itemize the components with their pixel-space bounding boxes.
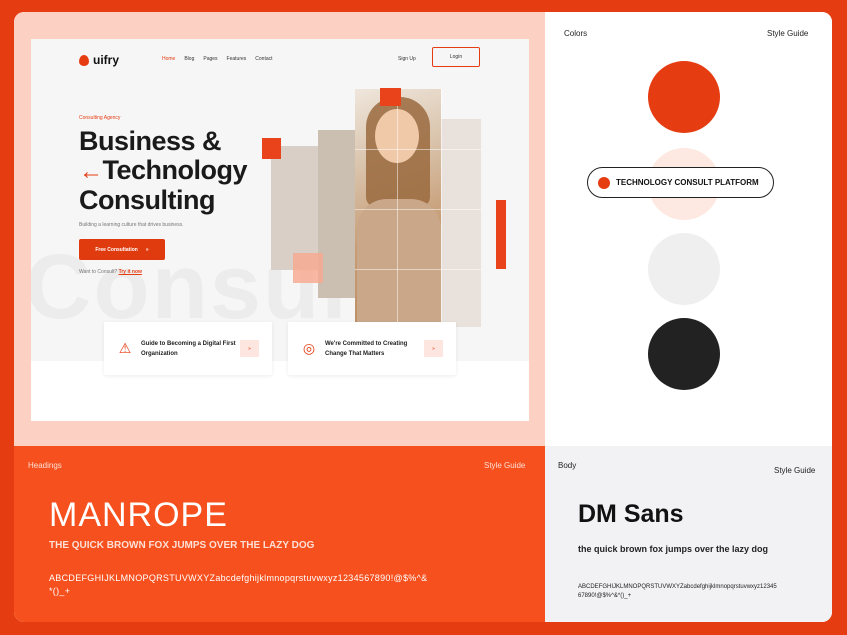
hero-photo	[271, 89, 481, 327]
heading-pangram: THE QUICK BROWN FOX JUMPS OVER THE LAZY …	[49, 540, 315, 551]
grid-line	[397, 89, 398, 327]
grid-line	[355, 209, 481, 210]
card-arrow-button[interactable]: »	[240, 340, 259, 357]
eyebrow-text: Consulting Agency	[79, 115, 121, 121]
decor-square	[380, 88, 401, 106]
style-guide-label: Style Guide	[774, 466, 816, 475]
style-guide-label: Style Guide	[484, 461, 526, 470]
want-text: Want to Consult?	[79, 269, 118, 275]
photo-jacket	[357, 199, 441, 327]
headline-line-2-text: Technology	[102, 155, 248, 185]
pill-dot-icon	[598, 176, 610, 189]
grid-line	[355, 149, 481, 150]
style-guide-board: Consultz uifry Home Blog Pages Features …	[14, 12, 832, 622]
nav-features[interactable]: Features	[227, 56, 247, 62]
website-mockup: Consultz uifry Home Blog Pages Features …	[31, 39, 529, 421]
card-arrow-button[interactable]: »	[424, 340, 443, 357]
arrow-left-icon: ←	[79, 158, 103, 185]
nav-blog[interactable]: Blog	[184, 56, 194, 62]
body-font-name: DM Sans	[578, 500, 684, 528]
heading-charset: ABCDEFGHIJKLMNOPQRSTUVWXYZabcdefghijklmn…	[49, 573, 428, 596]
headline-line-3: Consulting	[79, 185, 215, 215]
decor-square	[262, 138, 281, 159]
platform-pill[interactable]: TECHNOLOGY CONSULT PLATFORM	[587, 167, 774, 198]
card-text: We're Committed to Creating Change That …	[325, 340, 408, 357]
swatch-primary	[648, 61, 720, 133]
cta-arrow-icon: »	[145, 246, 149, 253]
site-nav: Home Blog Pages Features Contact	[162, 56, 273, 62]
try-it-now-link[interactable]: Try it now	[119, 269, 142, 275]
nav-home[interactable]: Home	[162, 56, 175, 62]
feature-card[interactable]: ◎ We're Committed to Creating Change Tha…	[288, 322, 456, 375]
body-font-panel: Body Style Guide DM Sans the quick brown…	[545, 446, 832, 622]
photo-tile	[271, 146, 318, 270]
headings-label: Headings	[28, 461, 62, 470]
headline-line-1: Business &	[79, 126, 222, 156]
body-label: Body	[558, 461, 577, 470]
cta-label: Free Consultation	[95, 246, 138, 253]
logo-drop-icon	[79, 54, 89, 66]
hero-headline: Business & ←Technology Consulting	[79, 126, 248, 215]
decor-square-pink	[293, 253, 323, 283]
colors-panel: Colors Style Guide TECHNOLOGY CONSULT PL…	[545, 12, 832, 446]
nav-pages[interactable]: Pages	[203, 56, 217, 62]
network-icon: ⚠	[118, 340, 132, 357]
signup-link[interactable]: Sign Up	[398, 56, 416, 62]
swatch-dark	[648, 318, 720, 390]
want-consult-text: Want to Consult? Try it now	[79, 269, 142, 275]
site-logo[interactable]: uifry	[79, 53, 119, 67]
login-button[interactable]: Login	[432, 47, 480, 67]
target-icon: ◎	[302, 340, 316, 357]
decor-bar	[496, 200, 506, 269]
grid-line	[355, 269, 481, 270]
style-guide-label: Style Guide	[767, 29, 809, 38]
nav-contact[interactable]: Contact	[255, 56, 272, 62]
feature-card[interactable]: ⚠ Guide to Becoming a Digital First Orga…	[104, 322, 272, 375]
heading-font-name: MANROPE	[49, 496, 228, 534]
free-consultation-button[interactable]: Free Consultation »	[79, 239, 165, 260]
body-charset: ABCDEFGHIJKLMNOPQRSTUVWXYZabcdefghijklmn…	[578, 584, 777, 599]
headings-panel: Headings Style Guide MANROPE THE QUICK B…	[14, 446, 545, 622]
photo-tile	[318, 130, 355, 298]
colors-label: Colors	[564, 29, 588, 38]
hero-subtitle: Building a learning culture that drives …	[79, 222, 184, 228]
swatch-grey	[648, 233, 720, 305]
website-preview-panel: Consultz uifry Home Blog Pages Features …	[14, 12, 545, 446]
grid-line	[441, 89, 442, 327]
card-text: Guide to Becoming a Digital First Organi…	[141, 340, 236, 357]
pill-text: TECHNOLOGY CONSULT PLATFORM	[616, 178, 759, 187]
logo-text: uifry	[93, 53, 120, 67]
photo-tile	[441, 119, 481, 327]
headline-line-2: ←Technology	[79, 155, 248, 186]
body-pangram: the quick brown fox jumps over the lazy …	[578, 544, 769, 554]
